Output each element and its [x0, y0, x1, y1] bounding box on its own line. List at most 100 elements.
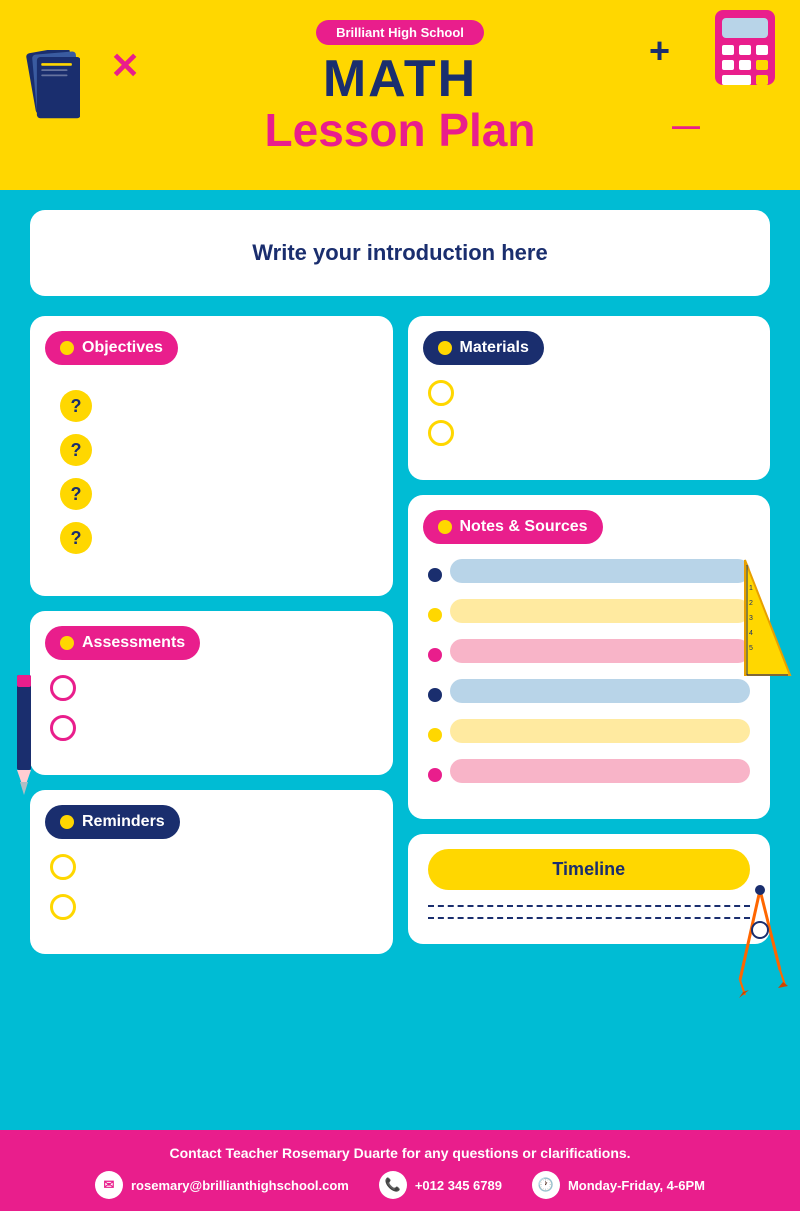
bullet-circle — [50, 715, 76, 741]
notes-sources-label: Notes & Sources — [460, 518, 588, 536]
notes-list — [428, 559, 751, 791]
objectives-header: Objectives — [45, 331, 178, 365]
notebook-icon — [20, 50, 80, 120]
deco-dots: · · · · ·· · · · ·· · · · · — [708, 240, 775, 264]
objectives-card: Objectives ? ? ? ? — [30, 316, 393, 596]
notes-dot-blue — [428, 688, 442, 702]
svg-text:5: 5 — [749, 645, 753, 652]
list-item — [428, 599, 751, 631]
bullet-circle — [50, 675, 76, 701]
list-item: ? — [60, 522, 363, 554]
timeline-label: Timeline — [552, 859, 625, 879]
intro-text: Write your introduction here — [252, 240, 547, 265]
footer-email-text: rosemary@brillianthighschool.com — [131, 1178, 349, 1193]
footer: Contact Teacher Rosemary Duarte for any … — [0, 1130, 800, 1211]
footer-info: ✉ rosemary@brillianthighschool.com 📞 +01… — [30, 1171, 770, 1199]
list-item — [428, 380, 751, 406]
timeline-card: Timeline — [408, 834, 771, 944]
objectives-dot — [60, 341, 74, 355]
assessments-card: Assessments — [30, 611, 393, 775]
notes-bar — [450, 599, 751, 623]
footer-contact-text: Contact Teacher Rosemary Duarte for any … — [30, 1145, 770, 1161]
intro-box: Write your introduction here — [30, 210, 770, 296]
main-content: · · · · ·· · · · ·· · · · · 1 2 3 4 5 Wr… — [0, 190, 800, 1130]
list-item — [428, 639, 751, 671]
svg-text:1: 1 — [749, 585, 753, 592]
q-mark-icon: ? — [60, 434, 92, 466]
notes-bar — [450, 639, 751, 663]
header: ✕ + — Brilliant High School MATH Lesson … — [0, 0, 800, 190]
objectives-label: Objectives — [82, 339, 163, 357]
deco-x-icon: ✕ — [110, 45, 140, 87]
phone-icon: 📞 — [379, 1171, 407, 1199]
list-item: ? — [60, 434, 363, 466]
timeline-line-2 — [428, 917, 751, 919]
svg-text:2: 2 — [749, 600, 753, 607]
q-mark-icon: ? — [60, 522, 92, 554]
reminders-card: Reminders — [30, 790, 393, 954]
assessments-label: Assessments — [82, 634, 185, 652]
right-column: Materials Notes & Sources — [408, 316, 771, 954]
notes-dot-yellow — [428, 728, 442, 742]
email-icon: ✉ — [95, 1171, 123, 1199]
svg-text:3: 3 — [749, 615, 753, 622]
list-item: ? — [60, 390, 363, 422]
footer-hours-text: Monday-Friday, 4-6PM — [568, 1178, 705, 1193]
compass-icon — [725, 880, 795, 1000]
materials-card: Materials — [408, 316, 771, 480]
materials-list — [428, 380, 751, 446]
reminders-list — [50, 854, 373, 920]
list-item — [50, 715, 373, 741]
footer-phone-text: +012 345 6789 — [415, 1178, 502, 1193]
list-item — [428, 759, 751, 791]
pencil-icon — [2, 670, 47, 800]
q-mark-icon: ? — [60, 478, 92, 510]
clock-icon: 🕐 — [532, 1171, 560, 1199]
notes-bar — [450, 759, 751, 783]
q-mark-icon: ? — [60, 390, 92, 422]
bullet-circle — [50, 854, 76, 880]
assessments-dot — [60, 636, 74, 650]
assessments-list — [50, 675, 373, 741]
deco-plus-icon: + — [649, 30, 670, 72]
triangle-ruler-icon: 1 2 3 4 5 — [735, 550, 795, 680]
materials-header: Materials — [423, 331, 544, 365]
notes-bar — [450, 719, 751, 743]
calculator-icon — [710, 10, 780, 90]
svg-text:4: 4 — [749, 630, 753, 637]
notes-bar — [450, 559, 751, 583]
list-item — [428, 719, 751, 751]
reminders-header: Reminders — [45, 805, 180, 839]
reminders-dot — [60, 815, 74, 829]
reminders-label: Reminders — [82, 813, 165, 831]
notes-sources-card: Notes & Sources — [408, 495, 771, 819]
timeline-header: Timeline — [428, 849, 751, 890]
notes-dot — [438, 520, 452, 534]
mat-circle — [428, 380, 454, 406]
school-name: Brilliant High School — [316, 20, 484, 45]
list-item — [50, 854, 373, 880]
list-item — [428, 559, 751, 591]
left-column: Objectives ? ? ? ? — [30, 316, 393, 954]
bullet-circle — [50, 894, 76, 920]
objectives-list: ? ? ? ? — [50, 380, 373, 576]
notes-dot-yellow — [428, 608, 442, 622]
materials-label: Materials — [460, 339, 529, 357]
notes-dot-blue — [428, 568, 442, 582]
footer-hours: 🕐 Monday-Friday, 4-6PM — [532, 1171, 705, 1199]
deco-minus-icon: — — [672, 110, 700, 142]
list-item: ? — [60, 478, 363, 510]
two-column-layout: Objectives ? ? ? ? — [30, 316, 770, 954]
notes-bar — [450, 679, 751, 703]
list-item — [428, 679, 751, 711]
title-lesson: Lesson Plan — [40, 105, 760, 156]
timeline-line-1 — [428, 905, 751, 907]
list-item — [50, 894, 373, 920]
notes-dot-pink — [428, 768, 442, 782]
mat-circle — [428, 420, 454, 446]
assessments-header: Assessments — [45, 626, 200, 660]
notes-dot-pink — [428, 648, 442, 662]
list-item — [428, 420, 751, 446]
notes-sources-header: Notes & Sources — [423, 510, 603, 544]
footer-phone: 📞 +012 345 6789 — [379, 1171, 502, 1199]
